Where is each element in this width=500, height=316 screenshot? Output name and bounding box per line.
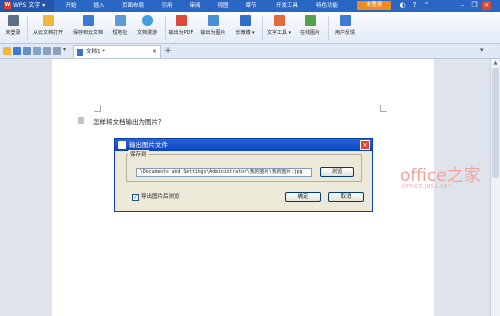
online-image-button[interactable]: 在线图片 — [296, 14, 324, 42]
menu-item-features[interactable]: 特色功能 — [310, 0, 344, 12]
menu-item-references[interactable]: 引用 — [156, 0, 178, 12]
doc-roaming-button[interactable]: 文档漫游 — [133, 14, 161, 42]
save-icon — [82, 15, 94, 26]
long-weibo-button[interactable]: 长微博 ▾ — [231, 14, 259, 42]
tab-document[interactable]: 文档1 * × — [73, 45, 161, 58]
save-icon[interactable] — [13, 47, 21, 55]
paragraph-icon[interactable] — [78, 117, 84, 124]
export-pdf-button[interactable]: 输出为PDF — [167, 14, 195, 42]
open-after-export-checkbox[interactable]: ✓ — [132, 194, 139, 201]
tool-label: 未登录 — [5, 30, 21, 36]
folder-icon[interactable] — [3, 47, 11, 55]
short-url-button[interactable]: 短地址 — [109, 14, 131, 42]
browse-button[interactable]: 浏览 — [320, 167, 354, 177]
undo-icon[interactable] — [43, 47, 51, 55]
toolbar-divider — [328, 16, 329, 40]
vertical-scrollbar[interactable]: ▲ — [490, 59, 500, 316]
dialog-title: 输出图片文件 — [129, 141, 168, 149]
help-icon[interactable]: ? — [410, 1, 419, 10]
menu-item-review[interactable]: 审阅 — [184, 0, 206, 12]
tool-label: 文档漫游 — [136, 30, 157, 36]
tool-label: 短地址 — [112, 30, 128, 36]
user-icon — [7, 15, 19, 26]
crop-mark — [94, 105, 101, 112]
tab-label: 文档1 * — [86, 49, 105, 55]
cancel-button[interactable]: 取消 — [328, 192, 364, 202]
menu-item-insert[interactable]: 插入 — [88, 0, 110, 12]
tool-label: 在线图片 — [299, 30, 320, 36]
link-icon — [114, 15, 126, 26]
preview-icon[interactable] — [33, 47, 41, 55]
menu-item-start[interactable]: 开始 — [60, 0, 82, 12]
skin-icon[interactable]: ◐ — [398, 1, 407, 10]
tool-label: 文字工具 — [266, 30, 287, 36]
crop-mark — [380, 105, 387, 112]
tool-label: 保存到云文档 — [72, 30, 103, 36]
login-button[interactable]: 未登录 — [357, 1, 391, 10]
add-tab-button[interactable]: + — [163, 45, 173, 57]
document-icon — [77, 49, 83, 56]
dialog-close-icon[interactable]: × — [360, 140, 370, 150]
text-tools-button[interactable]: 文字工具 ▾ — [264, 14, 294, 42]
scroll-up-icon[interactable]: ▲ — [492, 60, 499, 67]
app-name: WPS 文字 — [13, 2, 41, 9]
menu-item-dev-tools[interactable]: 开发工具 — [270, 0, 304, 12]
menu-item-page-layout[interactable]: 页面布局 — [116, 0, 150, 12]
menu-item-view[interactable]: 视图 — [212, 0, 234, 12]
close-icon[interactable]: × — [482, 1, 491, 10]
app-menu-button[interactable]: W WPS 文字 ▾ — [0, 0, 54, 12]
tool-label: 长微博 — [235, 30, 251, 36]
toolbar-divider — [27, 16, 28, 40]
open-after-export-label: 导出图片后浏览 — [141, 194, 180, 200]
weibo-icon — [239, 15, 251, 26]
online-image-icon — [304, 15, 316, 26]
document-text[interactable]: 怎样将文档输出为图片？ — [93, 116, 165, 126]
image-icon — [207, 15, 219, 26]
pdf-icon — [175, 15, 187, 26]
open-from-cloud-button[interactable]: 从云文档打开 — [30, 14, 66, 42]
feedback-icon — [339, 15, 351, 26]
feedback-button[interactable]: 用户反馈 — [331, 14, 359, 42]
toolbar-divider — [165, 16, 166, 40]
dialog-icon — [118, 141, 126, 149]
export-image-button[interactable]: 输出为图片 — [197, 14, 229, 42]
ok-button[interactable]: 确定 — [285, 192, 321, 202]
wps-logo-icon: W — [4, 2, 11, 9]
tool-label: 输出为图片 — [200, 30, 226, 36]
minimize-icon[interactable]: – — [458, 1, 467, 10]
tab-menu-icon[interactable]: ▾ — [480, 46, 484, 54]
menu-item-chapter[interactable]: 章节 — [240, 0, 262, 12]
close-icon[interactable]: × — [152, 46, 157, 58]
dialog-title-bar[interactable]: 输出图片文件 × — [115, 139, 372, 151]
restore-icon[interactable]: ❐ — [470, 1, 479, 10]
save-to-cloud-button[interactable]: 保存到云文档 — [70, 14, 106, 42]
toolbar-divider — [262, 16, 263, 40]
redo-icon[interactable] — [53, 47, 61, 55]
watermark: office之家 — [400, 166, 481, 186]
tool-label: 从云文档打开 — [32, 30, 63, 36]
cloud-folder-icon — [42, 15, 54, 26]
print-icon[interactable] — [23, 47, 31, 55]
watermark-url: OFFICE.JB51.NET — [402, 184, 452, 190]
save-path-input[interactable]: \Documents and Settings\Administrator\我的… — [136, 168, 312, 177]
scroll-thumb[interactable] — [492, 68, 499, 178]
text-tools-icon — [273, 15, 285, 26]
chevron-up-icon[interactable]: ⌃ — [422, 1, 431, 10]
cloud-icon — [141, 15, 153, 26]
chevron-down-icon[interactable]: ▾ — [63, 46, 66, 53]
tool-label: 用户反馈 — [334, 30, 355, 36]
save-to-label: 保存到 — [128, 150, 149, 158]
not-logged-in-button[interactable]: 未登录 — [2, 14, 24, 42]
tool-label: 输出为PDF — [168, 30, 194, 36]
